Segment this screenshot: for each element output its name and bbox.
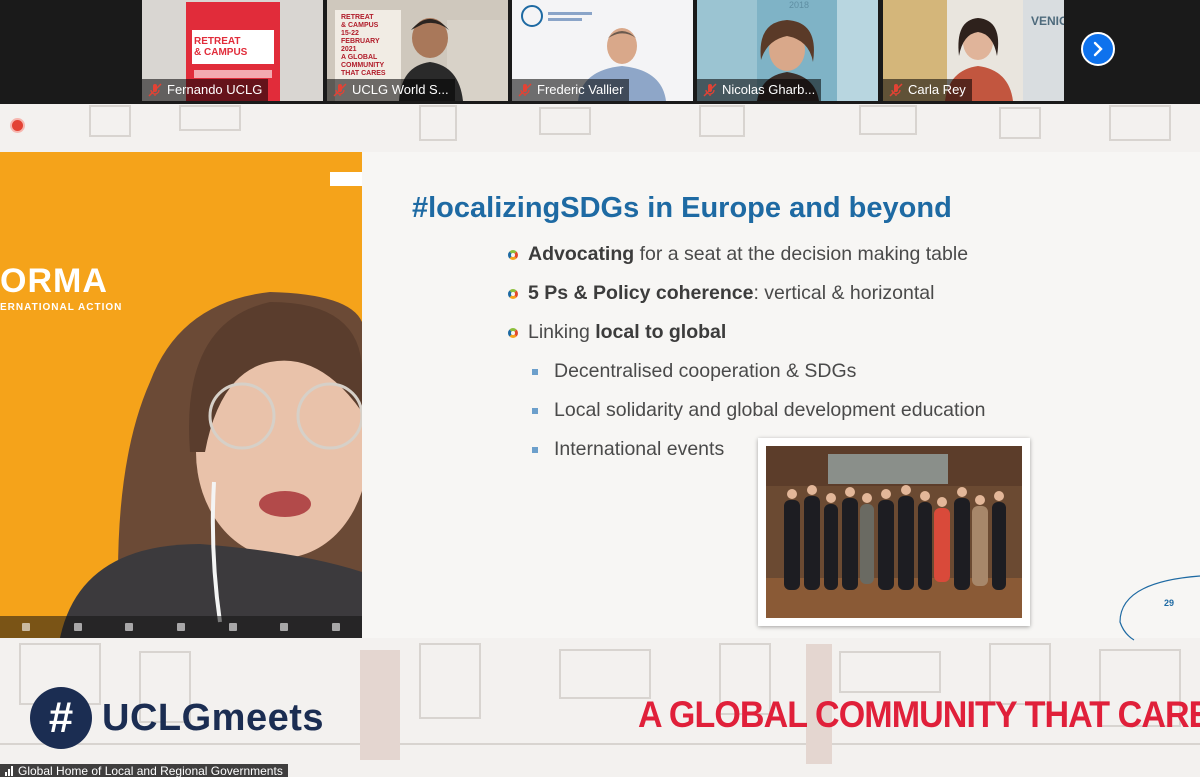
event-group-photo	[758, 438, 1030, 626]
muted-mic-icon	[889, 83, 903, 97]
ring-bullet-icon	[508, 249, 518, 260]
slide-sub-bullet: Local solidarity and global development …	[526, 399, 985, 422]
slide-sub-bullet: International events	[526, 438, 724, 461]
square-bullet-icon	[532, 407, 538, 414]
slide-page-number: 29	[1163, 598, 1174, 608]
next-participants-button[interactable]	[1081, 32, 1115, 66]
square-bullet-icon	[532, 446, 538, 453]
bullet-text: for a seat at the decision making table	[634, 243, 969, 265]
tagline: A GLOBAL COMMUNITY THAT CARES	[638, 694, 1200, 735]
poster-line: & CAMPUS	[341, 22, 379, 29]
slide-sub-bullet: Decentralised cooperation & SDGs	[526, 360, 856, 383]
sub-bullet-text: Local solidarity and global development …	[554, 399, 986, 421]
muted-mic-icon	[333, 83, 347, 97]
participant-name: Carla Rey	[908, 82, 966, 97]
muted-mic-icon	[148, 83, 162, 97]
bullet-text: : vertical & horizontal	[753, 282, 935, 304]
brand-name: UCLGmeets	[102, 696, 324, 739]
active-speaker-video: ORMA ERNATIONAL ACTION	[0, 152, 362, 638]
bullet-bold: local to global	[595, 321, 727, 343]
participant-name-bar: Frederic Vallier	[512, 79, 630, 101]
participant-name-bar: UCLG World S...	[327, 79, 455, 101]
bullet-bold: 5 Ps & Policy coherence	[528, 282, 754, 304]
poster-line: 15-22	[341, 30, 359, 37]
participant-strip: RETREAT & CAMPUS Fernando UCLG RETREAT &…	[0, 0, 1200, 104]
signal-bars-icon	[5, 765, 13, 776]
poster-line: A GLOBAL COMMUNITY THAT CARES	[341, 54, 386, 77]
sub-bullet-text: International events	[554, 438, 725, 460]
poster-line: 2018	[789, 0, 810, 10]
slide-bullet: Advocating for a seat at the decision ma…	[508, 243, 968, 266]
sub-bullet-text: Decentralised cooperation & SDGs	[554, 360, 857, 382]
footer-banner: Global Home of Local and Regional Govern…	[0, 764, 288, 777]
bullet-text: Linking	[528, 321, 596, 343]
participant-name-bar: Carla Rey	[883, 79, 972, 101]
participant-tile[interactable]: Frederic Vallier	[512, 0, 693, 101]
participant-tile[interactable]: VENIC Carla Rey	[883, 0, 1064, 101]
ring-bullet-icon	[508, 288, 518, 299]
org-logo-text: ORMA	[0, 262, 108, 300]
participant-name-bar: Fernando UCLG	[142, 79, 269, 101]
poster-line: VENIC	[1031, 14, 1064, 28]
slide-corner-arc	[1119, 575, 1200, 641]
slide-title: #localizingSDGs in Europe and beyond	[412, 192, 952, 224]
embedded-toolbar	[0, 616, 362, 638]
ring-bullet-icon	[508, 327, 518, 338]
participant-name: UCLG World S...	[352, 82, 449, 97]
poster-line: & CAMPUS	[194, 47, 248, 58]
org-subtitle: ERNATIONAL ACTION	[0, 302, 123, 313]
participant-tile[interactable]: 2018 Nicolas Gharb...	[697, 0, 878, 101]
poster-line: FEBRUARY	[341, 38, 380, 45]
participant-tile[interactable]: RETREAT & CAMPUS Fernando UCLG	[142, 0, 323, 101]
slide-bullet: Linking local to global	[508, 321, 726, 344]
poster-line: 2021	[341, 46, 357, 53]
slide-bullet: 5 Ps & Policy coherence: vertical & hori…	[508, 282, 934, 305]
shared-screen: ORMA ERNATIONAL ACTION #localizingSDGs i…	[0, 104, 1200, 777]
muted-mic-icon	[703, 83, 717, 97]
participant-name-bar: Nicolas Gharb...	[697, 79, 822, 101]
speaker-image	[0, 152, 362, 638]
poster-line: RETREAT	[194, 36, 241, 47]
presentation-slide: #localizingSDGs in Europe and beyond Adv…	[362, 152, 1200, 641]
participant-name: Nicolas Gharb...	[722, 82, 816, 97]
hash-badge: #	[30, 687, 92, 749]
footer-text: Global Home of Local and Regional Govern…	[18, 763, 283, 777]
poster-line: RETREAT	[341, 14, 374, 21]
bullet-bold: Advocating	[528, 243, 635, 265]
chevron-right-icon	[1093, 41, 1103, 57]
participant-name: Fernando UCLG	[167, 82, 263, 97]
uclgmeets-logo: # UCLGmeets	[30, 687, 324, 749]
muted-mic-icon	[518, 83, 532, 97]
participant-name: Frederic Vallier	[537, 82, 624, 97]
participant-tile[interactable]: RETREAT & CAMPUS 15-22 FEBRUARY 2021 A G…	[327, 0, 508, 101]
square-bullet-icon	[532, 368, 538, 375]
recording-icon	[10, 118, 25, 133]
